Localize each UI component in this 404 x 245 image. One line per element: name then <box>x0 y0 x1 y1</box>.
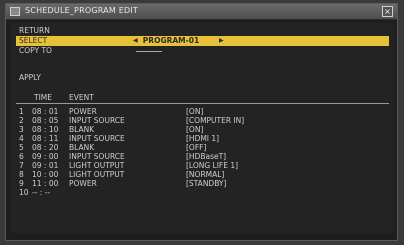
row-time: 08 : 05 <box>32 116 59 125</box>
return-label: RETURN <box>19 26 50 35</box>
menu-item-select[interactable]: SELECT ◀ PROGRAM-01 ▶ <box>16 36 389 46</box>
row-number: 8 <box>19 170 24 179</box>
row-number: 3 <box>19 125 24 134</box>
row-number: 2 <box>19 116 24 125</box>
menu-item-apply[interactable]: APPLY <box>16 73 389 83</box>
event-row[interactable]: 4 08 : 11 INPUT SOURCE [HDMI 1] <box>16 134 389 143</box>
row-parameter: [ON] <box>186 125 204 134</box>
row-number: 4 <box>19 134 24 143</box>
event-row[interactable]: 10 -- : -- <box>16 188 389 197</box>
event-row[interactable]: 9 11 : 00 POWER [STANDBY] <box>16 179 389 188</box>
menu-item-copy-to[interactable]: COPY TO <box>16 46 389 56</box>
schedule-program-edit-window: SCHEDULE_PROGRAM EDIT × RETURN SELECT ◀ … <box>5 3 398 241</box>
row-event: INPUT SOURCE <box>69 116 125 125</box>
row-parameter: [NORMAL] <box>186 170 225 179</box>
event-row[interactable]: 1 08 : 01 POWER [ON] <box>16 107 389 116</box>
row-time: 11 : 00 <box>32 179 59 188</box>
row-number: 5 <box>19 143 24 152</box>
row-parameter: [OFF] <box>186 143 207 152</box>
event-row[interactable]: 7 09 : 01 LIGHT OUTPUT [LONG LIFE 1] <box>16 161 389 170</box>
row-time: 09 : 00 <box>32 152 59 161</box>
row-parameter: [STANDBY] <box>186 179 227 188</box>
time-column-header: TIME <box>34 93 53 102</box>
row-event: LIGHT OUTPUT <box>69 170 125 179</box>
row-time: 10 : 00 <box>32 170 59 179</box>
row-time: 08 : 01 <box>32 107 59 116</box>
right-arrow-icon[interactable]: ▶ <box>219 36 224 46</box>
row-number: 6 <box>19 152 24 161</box>
event-column-header: EVENT <box>69 93 94 102</box>
row-number: 7 <box>19 161 24 170</box>
window-icon <box>10 7 20 16</box>
select-label: SELECT <box>19 36 48 45</box>
row-number: 1 <box>19 107 24 116</box>
row-parameter: [LONG LIFE 1] <box>186 161 239 170</box>
title-bar: SCHEDULE_PROGRAM EDIT × <box>6 4 397 20</box>
apply-label: APPLY <box>19 73 41 82</box>
row-event: LIGHT OUTPUT <box>69 161 125 170</box>
event-row[interactable]: 2 08 : 05 INPUT SOURCE [COMPUTER IN] <box>16 116 389 125</box>
window-title: SCHEDULE_PROGRAM EDIT <box>25 6 138 15</box>
copy-to-target-field[interactable] <box>136 51 162 52</box>
row-parameter: [COMPUTER IN] <box>186 116 245 125</box>
row-event: INPUT SOURCE <box>69 134 125 143</box>
row-event: BLANK <box>69 125 95 134</box>
event-row[interactable]: 5 08 : 20 BLANK [OFF] <box>16 143 389 152</box>
copy-to-label: COPY TO <box>19 46 52 55</box>
close-button[interactable]: × <box>382 6 393 17</box>
row-time: 08 : 11 <box>32 134 59 143</box>
row-event: POWER <box>69 107 97 116</box>
menu-panel: RETURN SELECT ◀ PROGRAM-01 ▶ COPY TO APP… <box>11 23 394 233</box>
row-parameter: [HDMI 1] <box>186 134 220 143</box>
row-event: INPUT SOURCE <box>69 152 125 161</box>
event-row[interactable]: 6 09 : 00 INPUT SOURCE [HDBaseT] <box>16 152 389 161</box>
row-time: -- : -- <box>32 188 51 197</box>
event-table-header: TIME EVENT <box>16 93 389 103</box>
row-time: 08 : 10 <box>32 125 59 134</box>
row-time: 09 : 01 <box>32 161 59 170</box>
event-row[interactable]: 8 10 : 00 LIGHT OUTPUT [NORMAL] <box>16 170 389 179</box>
event-row[interactable]: 3 08 : 10 BLANK [ON] <box>16 125 389 134</box>
row-parameter: [ON] <box>186 107 204 116</box>
program-selector-value: PROGRAM-01 <box>142 36 200 45</box>
row-time: 08 : 20 <box>32 143 59 152</box>
row-number: 10 <box>19 188 29 197</box>
row-event: BLANK <box>69 143 95 152</box>
row-number: 9 <box>19 179 24 188</box>
row-event: POWER <box>69 179 97 188</box>
menu-item-return[interactable]: RETURN <box>16 26 389 36</box>
header-divider <box>16 103 389 104</box>
row-parameter: [HDBaseT] <box>186 152 227 161</box>
